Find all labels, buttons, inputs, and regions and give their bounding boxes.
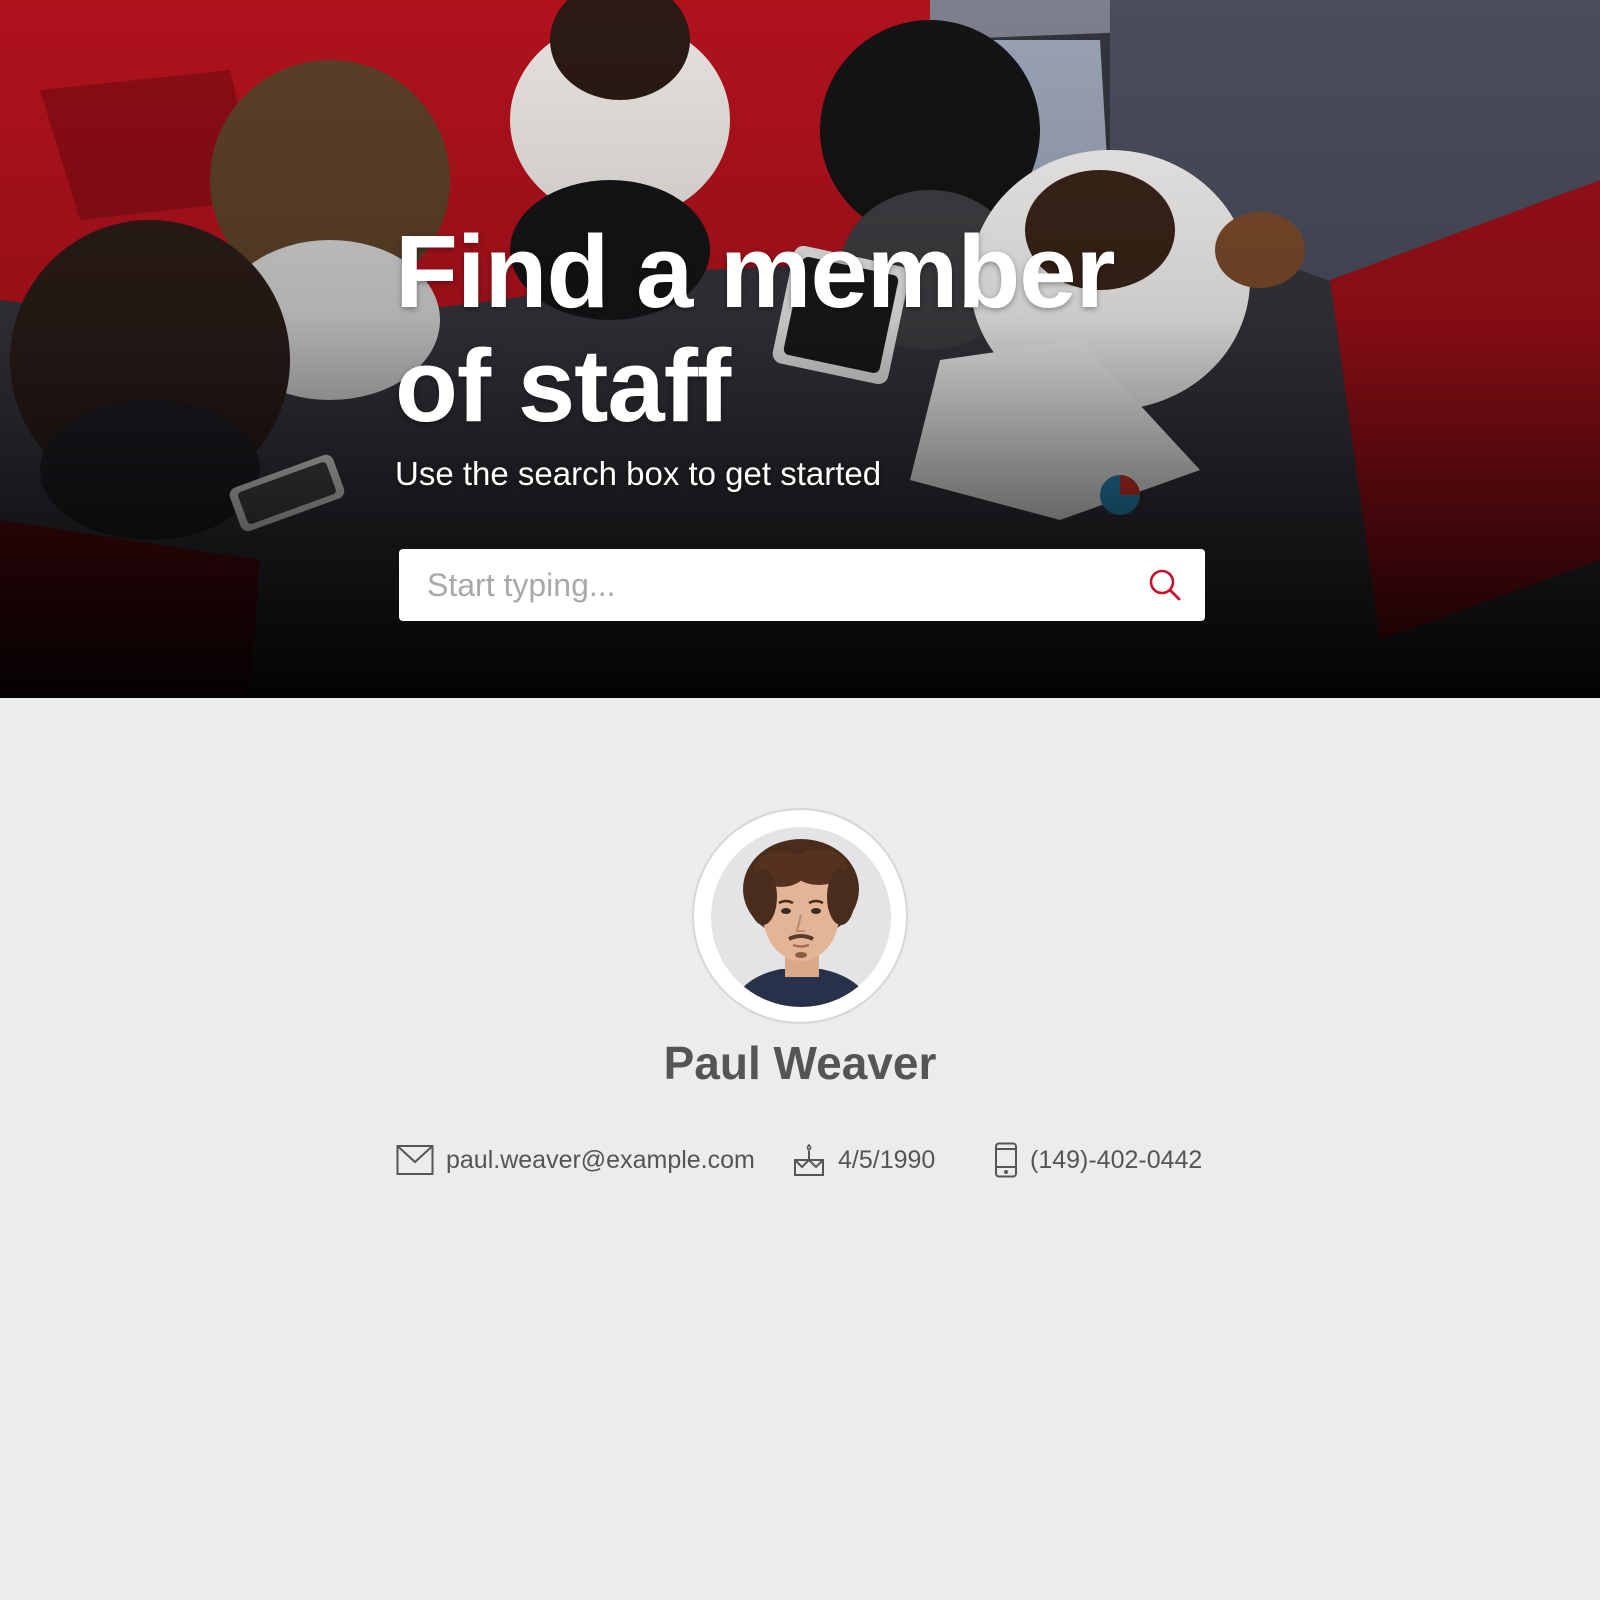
hero-text: Find a member of staff Use the search bo… [395,215,1215,493]
profile-avatar-frame [692,808,908,1024]
search-icon [1149,569,1181,601]
search-bar [399,549,1205,621]
avatar-portrait [711,827,891,1007]
mobile-phone-icon [994,1142,1018,1178]
page-title: Find a member of staff [395,215,1215,443]
page-title-line-1: Find a member [395,214,1116,329]
profile-name: Paul Weaver [663,1037,937,1089]
contact-details: paul.weaver@example.com 4/5/1990 (149)-4… [0,1140,1600,1180]
hero-banner: Find a member of staff Use the search bo… [0,0,1600,698]
contact-phone: (149)-402-0442 [994,1140,1202,1180]
contact-email: paul.weaver@example.com [396,1140,755,1180]
contact-email-value: paul.weaver@example.com [446,1145,755,1174]
page-title-line-2: of staff [395,328,731,443]
contact-phone-value: (149)-402-0442 [1030,1145,1203,1174]
envelope-icon [396,1144,434,1176]
birthday-cake-icon [792,1143,826,1177]
page-subtitle: Use the search box to get started [395,455,882,492]
contact-birthday: 4/5/1990 [792,1140,935,1180]
search-input[interactable] [399,549,1125,621]
search-button[interactable] [1125,549,1205,621]
contact-birthday-value: 4/5/1990 [838,1145,936,1174]
avatar [711,827,891,1007]
